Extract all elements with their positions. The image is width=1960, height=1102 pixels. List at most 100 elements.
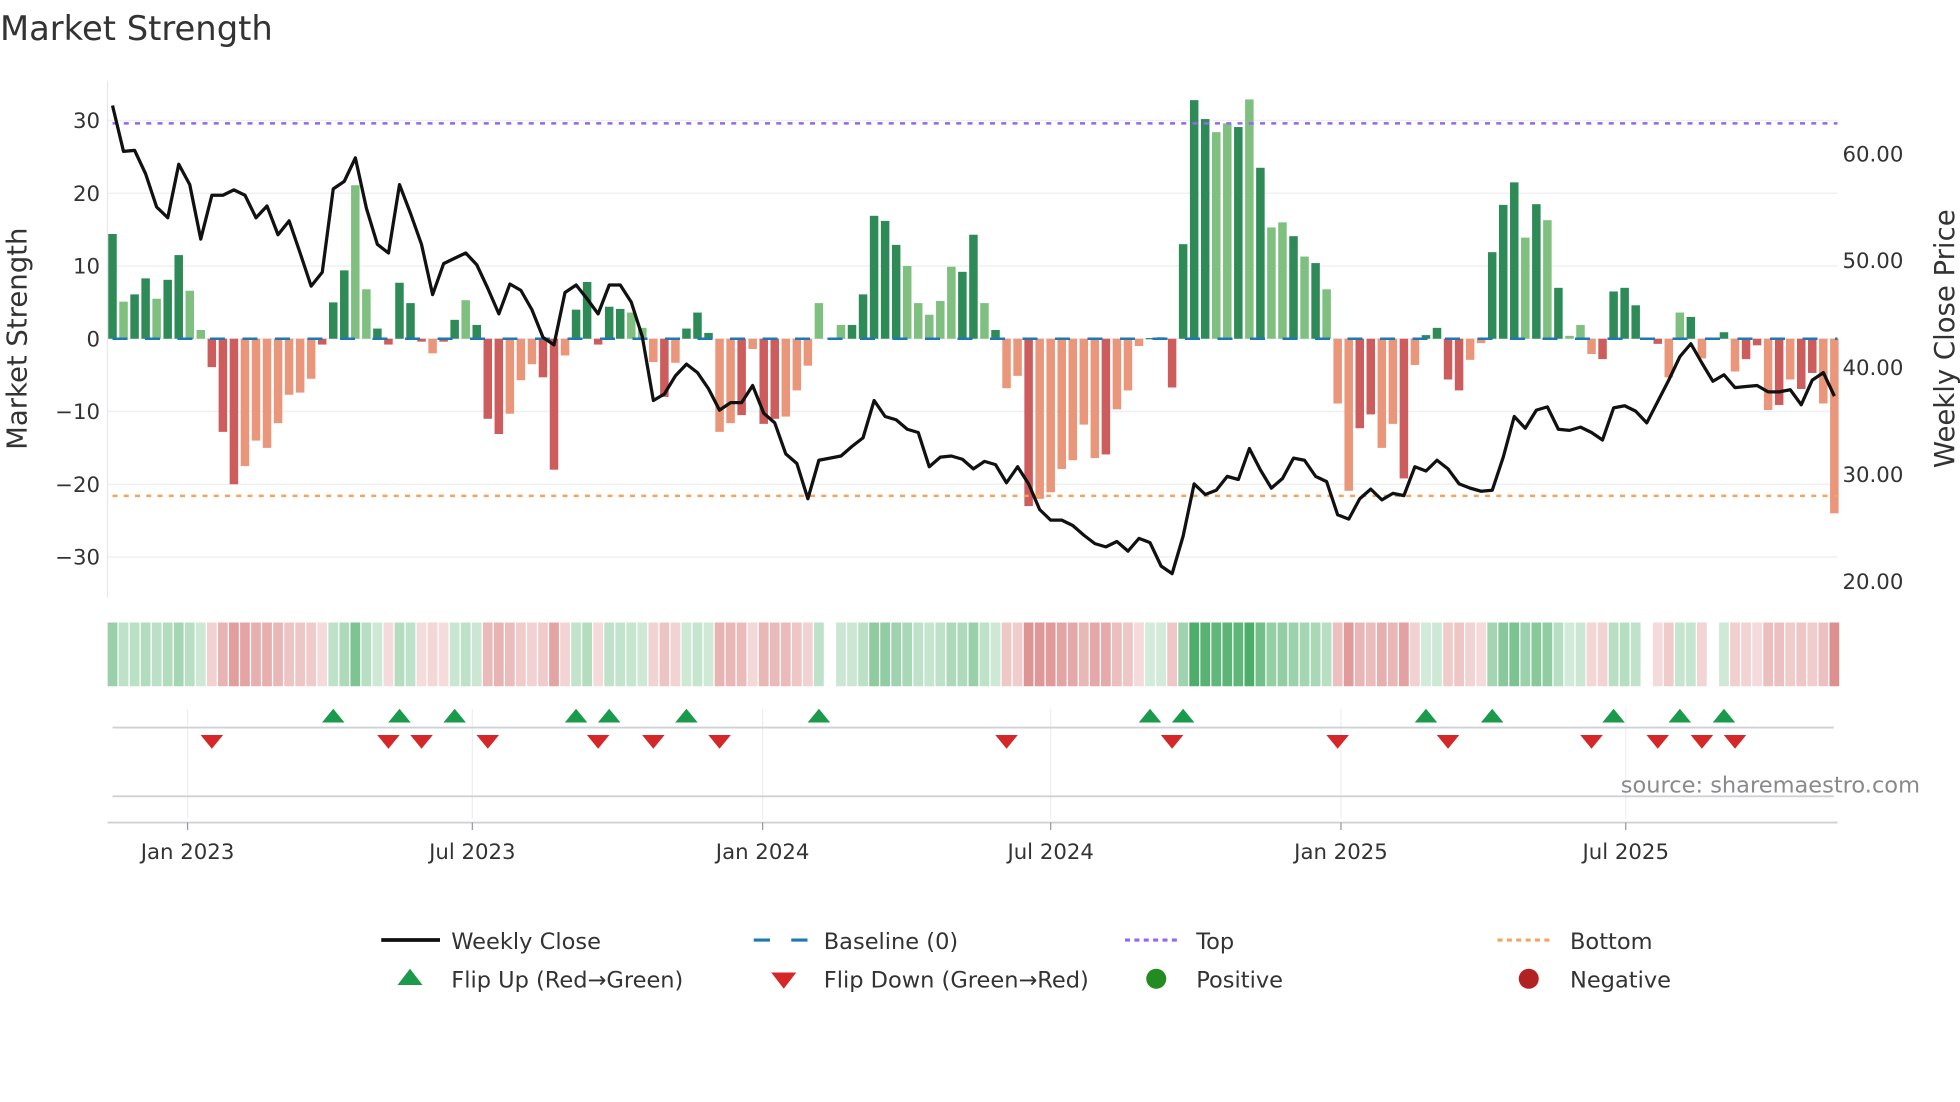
- strength-bar: [715, 338, 724, 432]
- strength-bar: [947, 266, 956, 339]
- strength-bar: [1796, 338, 1806, 389]
- heat-cell: [1178, 622, 1189, 687]
- strength-bar: [527, 338, 537, 365]
- heat-cell: [1078, 622, 1089, 687]
- strength-bar: [1112, 338, 1122, 410]
- heat-cell: [1045, 622, 1056, 687]
- strength-bar: [1278, 222, 1287, 339]
- strength-bar: [1046, 338, 1055, 493]
- heat-cell: [1410, 622, 1420, 687]
- strength-bar: [1410, 338, 1420, 365]
- heat-cell: [1167, 622, 1177, 687]
- source-note: source: sharemaestro.com: [1621, 773, 1920, 799]
- strength-bar: [461, 300, 470, 339]
- legend-flip-down-icon: [771, 972, 797, 989]
- heat-cell: [538, 622, 548, 687]
- strength-bar: [1598, 338, 1607, 360]
- heat-cell: [1299, 622, 1310, 687]
- strength-bar: [792, 338, 802, 391]
- legend-positive-icon: [1146, 968, 1167, 989]
- heat-cell: [372, 622, 383, 687]
- heat-cell: [493, 622, 504, 687]
- y2-tick-label: 30.00: [1843, 463, 1904, 488]
- heat-cell: [1211, 622, 1222, 687]
- heat-cell: [1012, 622, 1023, 687]
- strength-bar: [1344, 338, 1353, 491]
- strength-bar: [1498, 204, 1508, 339]
- heat-cell: [1034, 622, 1045, 687]
- strength-bar: [902, 266, 912, 339]
- strength-bar: [1609, 291, 1618, 339]
- strength-bar: [174, 255, 183, 339]
- heat-cell: [229, 622, 239, 687]
- heat-cell: [1829, 622, 1840, 687]
- strength-bar: [1532, 204, 1541, 339]
- strength-bar: [571, 309, 581, 339]
- heat-cell: [593, 622, 604, 687]
- heat-cell: [648, 622, 659, 687]
- heat-cell: [107, 622, 118, 687]
- heat-cell: [527, 622, 537, 687]
- y2-tick-label: 40.00: [1843, 356, 1904, 381]
- strength-bar: [1189, 100, 1199, 339]
- strength-bar: [803, 338, 813, 366]
- left-axis-ticks: 30 20 10 0 −10 −20 −30: [55, 109, 100, 570]
- y-tick-label: 30: [73, 109, 100, 134]
- heat-cell: [1542, 622, 1553, 687]
- heat-cell: [946, 622, 957, 687]
- flip-signals-panel: [112, 708, 1834, 819]
- flip-down-marker: [1690, 735, 1714, 749]
- strength-bar: [1443, 338, 1453, 380]
- y2-tick-label: 60.00: [1843, 142, 1904, 167]
- heat-cell: [979, 622, 990, 687]
- heat-cell: [968, 622, 979, 687]
- heat-cell: [1741, 622, 1751, 687]
- heat-cell: [1376, 622, 1387, 687]
- strength-bar: [395, 282, 404, 339]
- heat-cell: [284, 622, 294, 687]
- x-tick-label: Jul 2024: [1005, 840, 1093, 865]
- heat-cell: [383, 622, 394, 687]
- flip-up-marker: [1480, 708, 1504, 723]
- y-tick-label: −20: [55, 473, 100, 498]
- strength-bar: [958, 271, 967, 339]
- legend-flip-up-icon: [397, 968, 423, 985]
- flip-up-marker: [1138, 708, 1162, 723]
- strength-bar: [770, 338, 779, 419]
- strength-bar: [682, 328, 691, 339]
- legend-label: Top: [1195, 929, 1234, 955]
- strength-bar: [141, 278, 150, 339]
- heat-cell: [1763, 622, 1773, 687]
- flip-down-marker: [476, 735, 500, 749]
- strength-bar: [1576, 324, 1585, 339]
- heat-cell: [814, 622, 824, 687]
- flip-down-marker: [586, 735, 610, 749]
- heat-cell: [1630, 622, 1641, 687]
- heat-cell: [1697, 622, 1707, 687]
- heat-cell: [328, 622, 339, 687]
- heat-cell: [1818, 622, 1829, 687]
- heat-cell: [1487, 622, 1498, 687]
- heat-cell: [1520, 622, 1531, 687]
- legend-label: Positive: [1196, 968, 1283, 994]
- strength-bar: [1565, 335, 1574, 339]
- heat-cell: [173, 622, 184, 687]
- heat-cell: [1752, 622, 1762, 687]
- strength-bar: [428, 338, 437, 354]
- heat-cell: [206, 622, 217, 687]
- heat-cell: [1277, 622, 1288, 687]
- strength-bar: [1300, 256, 1309, 339]
- heat-cell: [1597, 622, 1608, 687]
- flip-down-marker: [200, 735, 224, 749]
- strength-bar: [1212, 132, 1221, 339]
- strength-bar: [869, 215, 879, 339]
- strength-bar: [1013, 338, 1022, 376]
- heat-cell: [1619, 622, 1630, 687]
- heat-cell: [560, 622, 570, 687]
- strength-bar: [1554, 287, 1563, 339]
- strength-bar: [1079, 338, 1089, 425]
- strength-bar: [1774, 338, 1784, 405]
- strength-bar: [1167, 338, 1177, 388]
- heat-cell: [1288, 622, 1299, 687]
- heat-cell: [659, 622, 670, 687]
